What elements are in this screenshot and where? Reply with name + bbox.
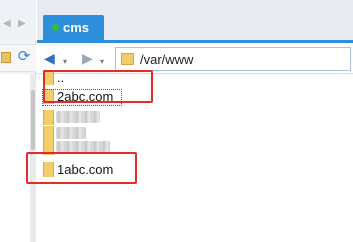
- redacted-name: [56, 127, 86, 139]
- list-item-parent[interactable]: ..: [43, 69, 163, 87]
- file-name: 1abc.com: [57, 162, 114, 177]
- file-name: 2abc.com: [57, 89, 114, 104]
- forward-arrow-icon[interactable]: ▶: [82, 50, 93, 66]
- back-history-dropdown-icon[interactable]: ▾: [63, 54, 67, 70]
- forward-history-dropdown-icon[interactable]: ▾: [100, 54, 104, 70]
- folder-icon: [43, 70, 54, 85]
- folder-icon: [43, 162, 54, 177]
- tab-scroll-right-icon[interactable]: ▶: [18, 18, 26, 29]
- tab-label: cms: [63, 20, 90, 35]
- tab-bar: cms: [37, 0, 353, 40]
- folder-icon: [121, 53, 134, 65]
- refresh-icon[interactable]: ⟳: [16, 49, 32, 65]
- list-item-1abc[interactable]: 1abc.com: [43, 161, 163, 179]
- right-pane: cms ◀ ▾ ▶ ▾ /var/www .. 2abc.com 1abc.co…: [26, 0, 353, 242]
- left-scrollbar-thumb[interactable]: [31, 90, 35, 150]
- left-tab-strip: ◀ ▶: [0, 0, 36, 40]
- tab-cms[interactable]: cms: [43, 15, 104, 40]
- connection-status-icon: [52, 24, 59, 31]
- redacted-name: [56, 141, 110, 152]
- folder-icon: [43, 140, 54, 155]
- folder-icon: [43, 110, 54, 125]
- left-pane: ◀ ▶ ⟳: [0, 0, 36, 242]
- redacted-name: [56, 111, 100, 123]
- list-item-2abc[interactable]: 2abc.com: [43, 88, 163, 106]
- file-name: ..: [57, 70, 65, 85]
- path-text: /var/www: [140, 52, 194, 67]
- folder-icon: [43, 89, 54, 104]
- list-item[interactable]: [43, 139, 163, 157]
- file-list: .. 2abc.com 1abc.com: [26, 70, 353, 242]
- tab-scroll-left-icon[interactable]: ◀: [3, 18, 11, 29]
- back-arrow-icon[interactable]: ◀: [44, 50, 55, 66]
- folder-icon[interactable]: [1, 52, 11, 63]
- path-field[interactable]: /var/www: [115, 47, 351, 71]
